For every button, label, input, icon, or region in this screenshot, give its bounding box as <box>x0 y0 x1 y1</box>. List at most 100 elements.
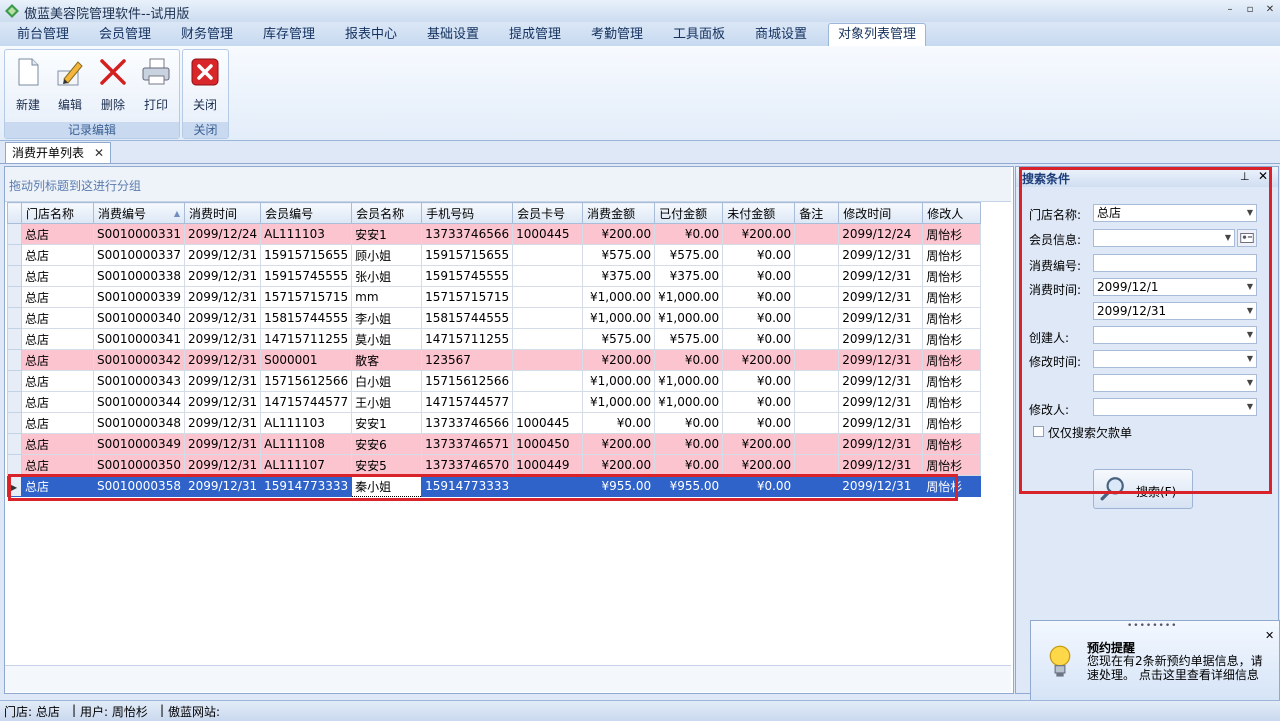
cell-member-no[interactable]: 15715612566 <box>260 370 353 392</box>
cell-amount[interactable]: ¥575.00 <box>582 328 656 350</box>
col-header-mtime[interactable]: 修改时间 <box>838 202 924 224</box>
table-row[interactable]: 总店 S0010000331 2099/12/24 AL111103 安安1 137337… <box>7 223 982 245</box>
cell-phone[interactable]: 15915715655 <box>421 244 514 266</box>
cell-editor[interactable]: 周怡杉 <box>922 391 982 413</box>
cell-consume-time[interactable]: 2099/12/31 <box>183 265 262 287</box>
cell-unpaid[interactable]: ¥0.00 <box>722 370 796 392</box>
table-row[interactable]: 总店 S0010000349 2099/12/31 AL111108 安安6 137337… <box>7 433 982 455</box>
cell-note[interactable] <box>794 223 840 245</box>
cell-phone[interactable]: 13733746566 <box>421 223 514 245</box>
row-indicator[interactable] <box>7 412 22 434</box>
close-window-icon[interactable]: ✕ <box>1262 2 1278 18</box>
cell-store[interactable]: 总店 <box>21 265 94 287</box>
row-indicator[interactable] <box>7 391 22 413</box>
tab-object-list[interactable]: 对象列表管理 <box>828 23 926 47</box>
col-header-editor[interactable]: 修改人 <box>922 202 982 224</box>
col-header-amount[interactable]: 消费金额 <box>582 202 656 224</box>
cell-member-no[interactable]: AL111103 <box>260 223 353 245</box>
cell-paid[interactable]: ¥0.00 <box>654 412 724 434</box>
cell-store[interactable]: 总店 <box>21 328 94 350</box>
cell-phone[interactable]: 14715744577 <box>421 391 514 413</box>
cell-member-name[interactable]: 白小姐 <box>351 370 423 392</box>
cell-note[interactable] <box>794 244 840 266</box>
col-header-phone[interactable]: 手机号码 <box>421 202 514 224</box>
cell-consume-no[interactable]: S0010000342 <box>93 349 185 371</box>
cell-store[interactable]: 总店 <box>21 412 94 434</box>
document-tab-consume-list[interactable]: 消费开单列表 ✕ <box>5 142 111 163</box>
tab-basic-settings[interactable]: 基础设置 <box>416 24 490 46</box>
cell-note[interactable] <box>794 265 840 287</box>
cell-consume-time[interactable]: 2099/12/31 <box>183 244 262 266</box>
cell-note[interactable] <box>794 349 840 371</box>
cell-paid[interactable]: ¥0.00 <box>654 433 724 455</box>
col-header-member-no[interactable]: 会员编号 <box>260 202 353 224</box>
cell-unpaid[interactable]: ¥0.00 <box>722 328 796 350</box>
cell-paid[interactable]: ¥1,000.00 <box>654 391 724 413</box>
cell-card-no[interactable] <box>512 244 584 266</box>
cell-consume-no[interactable]: S0010000349 <box>93 433 185 455</box>
cell-mtime[interactable]: 2099/12/31 <box>838 433 924 455</box>
cell-amount[interactable]: ¥1,000.00 <box>582 286 656 308</box>
cell-member-no[interactable]: AL111108 <box>260 433 353 455</box>
cell-mtime[interactable]: 2099/12/31 <box>838 370 924 392</box>
cell-unpaid[interactable]: ¥0.00 <box>722 391 796 413</box>
cell-phone[interactable]: 15715715715 <box>421 286 514 308</box>
cell-amount[interactable]: ¥1,000.00 <box>582 307 656 329</box>
cell-card-no[interactable] <box>512 370 584 392</box>
minimize-icon[interactable]: – <box>1222 2 1238 18</box>
maximize-icon[interactable]: ▫ <box>1242 2 1258 18</box>
tab-inventory[interactable]: 库存管理 <box>252 24 326 46</box>
cell-member-no[interactable]: 15715715715 <box>260 286 353 308</box>
cell-member-no[interactable]: 15915745555 <box>260 265 353 287</box>
cell-consume-no[interactable]: S0010000350 <box>93 454 185 476</box>
drag-grip-icon[interactable]: •••••••• <box>1127 621 1177 631</box>
cell-paid[interactable]: ¥0.00 <box>654 223 724 245</box>
status-site[interactable]: 傲蓝网站: <box>168 703 220 720</box>
cell-store[interactable]: 总店 <box>21 391 94 413</box>
cell-amount[interactable]: ¥575.00 <box>582 244 656 266</box>
cell-amount[interactable]: ¥1,000.00 <box>582 391 656 413</box>
row-indicator[interactable] <box>7 265 22 287</box>
cell-consume-time[interactable]: 2099/12/31 <box>183 454 262 476</box>
cell-mtime[interactable]: 2099/12/31 <box>838 307 924 329</box>
cell-paid[interactable]: ¥375.00 <box>654 265 724 287</box>
cell-consume-time[interactable]: 2099/12/31 <box>183 307 262 329</box>
col-header-note[interactable]: 备注 <box>794 202 840 224</box>
row-indicator[interactable] <box>7 286 22 308</box>
cell-card-no[interactable] <box>512 328 584 350</box>
cell-store[interactable]: 总店 <box>21 307 94 329</box>
close-button[interactable]: 关闭 <box>186 54 224 114</box>
col-header-paid[interactable]: 已付金额 <box>654 202 724 224</box>
cell-paid[interactable]: ¥575.00 <box>654 244 724 266</box>
row-indicator[interactable] <box>7 370 22 392</box>
cell-member-name[interactable]: mm <box>351 286 423 308</box>
row-indicator[interactable] <box>7 433 22 455</box>
tab-mall-settings[interactable]: 商城设置 <box>744 24 818 46</box>
cell-note[interactable] <box>794 370 840 392</box>
cell-member-name[interactable]: 王小姐 <box>351 391 423 413</box>
cell-amount[interactable]: ¥0.00 <box>582 412 656 434</box>
cell-consume-time[interactable]: 2099/12/31 <box>183 286 262 308</box>
cell-mtime[interactable]: 2099/12/31 <box>838 265 924 287</box>
cell-editor[interactable]: 周怡杉 <box>922 223 982 245</box>
cell-mtime[interactable]: 2099/12/31 <box>838 391 924 413</box>
row-indicator[interactable] <box>7 328 22 350</box>
cell-unpaid[interactable]: ¥0.00 <box>722 265 796 287</box>
notification-close-icon[interactable]: ✕ <box>1265 629 1274 642</box>
cell-consume-time[interactable]: 2099/12/31 <box>183 370 262 392</box>
cell-consume-time[interactable]: 2099/12/31 <box>183 433 262 455</box>
cell-editor[interactable]: 周怡杉 <box>922 244 982 266</box>
cell-card-no[interactable] <box>512 286 584 308</box>
cell-editor[interactable]: 周怡杉 <box>922 370 982 392</box>
table-row[interactable]: 总店 S0010000339 2099/12/31 15715715715 mm 1571… <box>7 286 982 308</box>
cell-note[interactable] <box>794 433 840 455</box>
cell-unpaid[interactable]: ¥200.00 <box>722 433 796 455</box>
tab-commission[interactable]: 提成管理 <box>498 24 572 46</box>
table-row[interactable]: 总店 S0010000341 2099/12/31 14715711255 莫小姐 147… <box>7 328 982 350</box>
cell-member-name[interactable]: 安安6 <box>351 433 423 455</box>
cell-unpaid[interactable]: ¥200.00 <box>722 454 796 476</box>
table-row[interactable]: 总店 S0010000342 2099/12/31 S000001 散客 123567 ¥2… <box>7 349 982 371</box>
tab-attendance[interactable]: 考勤管理 <box>580 24 654 46</box>
cell-member-name[interactable]: 安安5 <box>351 454 423 476</box>
cell-store[interactable]: 总店 <box>21 244 94 266</box>
